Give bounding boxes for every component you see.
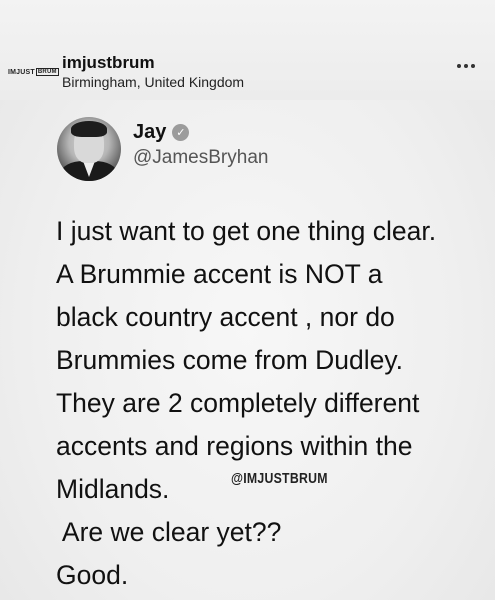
post-header: IMJUST BRUM imjustbrum Birmingham, Unite… (0, 0, 495, 100)
screen: IMJUST BRUM imjustbrum Birmingham, Unite… (0, 0, 495, 600)
tweet-line: They are 2 completely different (56, 388, 420, 418)
tweet-body: I just want to get one thing clear. A Br… (56, 210, 486, 597)
tweet-line: Brummies come from Dudley. (56, 345, 404, 375)
tweet-line: I just want to get one thing clear. (56, 216, 437, 246)
more-dot (471, 64, 475, 68)
tweet-line: Are we clear yet?? (56, 517, 282, 547)
account-name[interactable]: imjustbrum (62, 53, 155, 73)
tweet-name-row: Jay ✓ (133, 121, 190, 144)
more-dot (457, 64, 461, 68)
tweet-author-name: Jay (133, 121, 167, 143)
tweet-line: A Brummie accent is NOT a (56, 259, 383, 289)
tweet-avatar (57, 117, 121, 181)
tweet-line: black country accent , nor do (56, 302, 395, 332)
tweet-line: Good. (56, 560, 129, 590)
more-options-icon[interactable] (457, 64, 475, 68)
account-logo[interactable]: IMJUST BRUM (8, 64, 59, 80)
verified-badge-icon: ✓ (172, 124, 190, 141)
logo-text-brum: BRUM (35, 68, 59, 76)
logo-text-imjust: IMJUST (8, 68, 35, 76)
account-location[interactable]: Birmingham, United Kingdom (62, 74, 244, 90)
tweet-line: accents and regions within the (56, 431, 413, 461)
tweet-author-handle: @JamesBryhan (133, 147, 269, 168)
more-dot (464, 64, 468, 68)
avatar-hair (71, 121, 107, 137)
watermark: @IMJUSTBRUM (231, 470, 328, 487)
